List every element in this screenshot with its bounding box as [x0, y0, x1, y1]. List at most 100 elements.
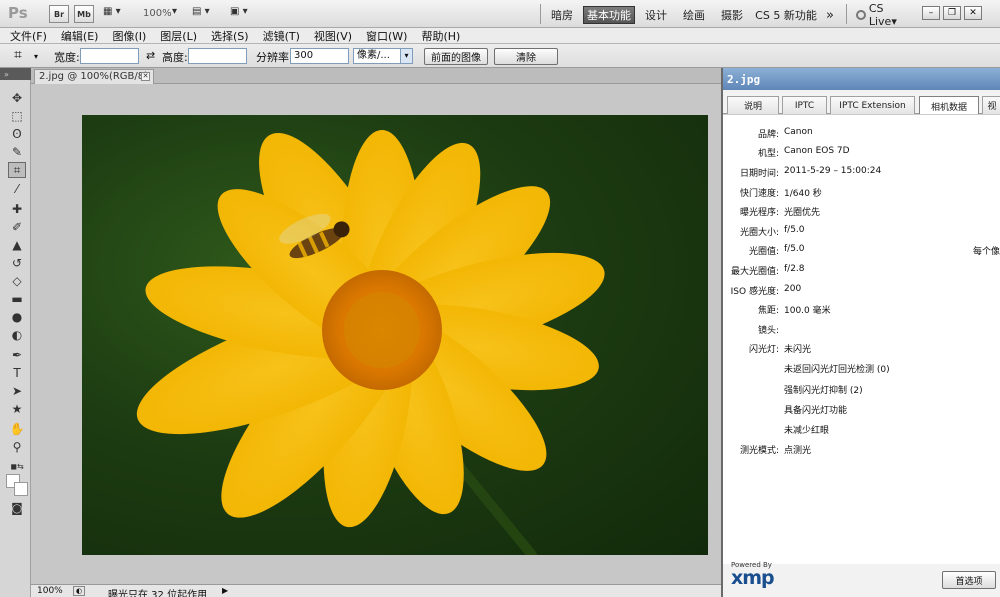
- menu-view[interactable]: 视图(V): [314, 28, 352, 44]
- application-bar: Ps Br Mb ▦ ▾ 100% ▾ ▤ ▾ ▣ ▾ 暗房 基本功能 设计 绘…: [0, 0, 1000, 28]
- camera-field-value: 光圈优先: [784, 208, 821, 218]
- lasso-tool-icon[interactable]: ʘ: [8, 126, 26, 142]
- camera-field-label: 镜头:: [757, 326, 779, 336]
- tab-iptc-extension[interactable]: IPTC Extension: [830, 96, 915, 114]
- chevron-down-icon: ▾: [400, 49, 412, 63]
- camera-field-value: 100.0 毫米: [784, 306, 831, 316]
- status-menu-icon[interactable]: ▶: [222, 586, 228, 595]
- history-brush-tool-icon[interactable]: ↺: [8, 255, 26, 271]
- crop-tool-icon[interactable]: ⌗: [8, 162, 26, 178]
- clone-stamp-tool-icon[interactable]: ▲: [8, 237, 26, 253]
- file-info-dialog: 2.jpg 说明 IPTC IPTC Extension 相机数据 视 品牌: C…: [721, 68, 1000, 597]
- menu-edit[interactable]: 编辑(E): [61, 28, 99, 44]
- workspace-darkroom[interactable]: 暗房: [546, 6, 578, 24]
- zoom-level[interactable]: 100%: [143, 8, 172, 19]
- mini-bridge-button[interactable]: Mb: [74, 5, 94, 23]
- camera-field-label: 快门速度:: [739, 189, 779, 199]
- camera-field-value: Canon EOS 7D: [784, 146, 850, 156]
- dodge-tool-icon[interactable]: ◐: [8, 327, 26, 343]
- healing-brush-tool-icon[interactable]: ✚: [8, 201, 26, 217]
- preferences-button[interactable]: 首选项: [942, 571, 996, 589]
- type-tool-icon[interactable]: T: [8, 365, 26, 381]
- menu-window[interactable]: 窗口(W): [366, 28, 407, 44]
- zoom-tool-icon[interactable]: ⚲: [8, 439, 26, 455]
- brush-tool-icon[interactable]: ✐: [8, 219, 26, 235]
- blur-tool-icon[interactable]: ●: [8, 309, 26, 325]
- close-icon[interactable]: ✕: [141, 72, 150, 81]
- camera-field-value: f/2.8: [784, 264, 805, 274]
- status-message: 曝光只在 32 位起作用: [108, 590, 208, 597]
- camera-field-label: 机型:: [757, 149, 779, 159]
- menu-help[interactable]: 帮助(H): [421, 28, 460, 44]
- document-info-icon[interactable]: ◐: [73, 586, 85, 596]
- camera-field-label: 光圈大小:: [739, 228, 779, 238]
- cs-live-button[interactable]: CS Live▾: [856, 2, 914, 28]
- workspace-painting[interactable]: 绘画: [678, 6, 710, 24]
- tab-description[interactable]: 说明: [727, 96, 779, 114]
- background-color-swatch[interactable]: [14, 482, 28, 496]
- default-colors-icon[interactable]: ◼⇆: [8, 458, 26, 474]
- bridge-button[interactable]: Br: [49, 5, 69, 23]
- menu-filter[interactable]: 滤镜(T): [263, 28, 300, 44]
- screen-mode-dropdown[interactable]: ▣ ▾: [230, 6, 248, 17]
- front-image-button[interactable]: 前面的图像: [424, 48, 488, 65]
- swap-dimensions-icon[interactable]: ⇄: [146, 49, 155, 62]
- workspace-design[interactable]: 设计: [641, 6, 671, 24]
- menu-select[interactable]: 选择(S): [211, 28, 249, 44]
- camera-field-value: 未闪光: [784, 345, 812, 355]
- quick-selection-tool-icon[interactable]: ✎: [8, 144, 26, 160]
- menu-layer[interactable]: 图层(L): [160, 28, 197, 44]
- tab-camera-data[interactable]: 相机数据: [919, 96, 979, 115]
- document-tab[interactable]: 2.jpg @ 100%(RGB/8) ✕: [34, 69, 154, 84]
- workspace-cs5-new[interactable]: CS 5 新功能: [755, 6, 817, 24]
- shape-tool-icon[interactable]: ★: [8, 401, 26, 417]
- crop-tool-preset-icon[interactable]: ⌗: [14, 47, 22, 63]
- pen-tool-icon[interactable]: ✒: [8, 347, 26, 363]
- clear-button[interactable]: 清除: [494, 48, 558, 65]
- view-extras-dropdown[interactable]: ▦ ▾: [103, 6, 121, 17]
- menu-file[interactable]: 文件(F): [10, 28, 47, 44]
- hand-tool-icon[interactable]: ✋: [8, 421, 26, 437]
- photoshop-logo: Ps: [8, 4, 28, 22]
- zoom-dropdown-icon[interactable]: ▾: [172, 6, 177, 17]
- truncated-field-text: 每个像: [973, 247, 1000, 257]
- collapse-icon[interactable]: »: [4, 70, 9, 79]
- camera-field-label: 测光模式:: [739, 446, 779, 456]
- workspace-essentials[interactable]: 基本功能: [583, 6, 635, 24]
- menu-image[interactable]: 图像(I): [112, 28, 146, 44]
- resolution-unit-select[interactable]: 像素/... ▾: [353, 48, 413, 64]
- document-tab-label: 2.jpg @ 100%(RGB/8): [39, 71, 149, 82]
- xmp-logo-text: xmp: [731, 567, 775, 589]
- menu-bar: 文件(F) 编辑(E) 图像(I) 图层(L) 选择(S) 滤镜(T) 视图(V…: [0, 28, 1000, 44]
- status-zoom-field[interactable]: 100%: [37, 586, 69, 596]
- workspace-photography[interactable]: 摄影: [717, 6, 747, 24]
- width-input[interactable]: [80, 48, 139, 64]
- divider: [540, 4, 541, 24]
- minimize-icon[interactable]: –: [922, 6, 940, 20]
- path-selection-tool-icon[interactable]: ➤: [8, 383, 26, 399]
- height-input[interactable]: [188, 48, 247, 64]
- camera-field-value: 未返回闪光灯回光检测 (0): [784, 365, 890, 375]
- gradient-tool-icon[interactable]: ▬: [8, 291, 26, 307]
- restore-icon[interactable]: ❐: [943, 6, 961, 20]
- status-bar: 100% ◐ 曝光只在 32 位起作用 ▶: [31, 584, 721, 597]
- marquee-tool-icon[interactable]: ⬚: [8, 108, 26, 124]
- quick-mask-icon[interactable]: ◙: [8, 500, 26, 516]
- cs-live-label: CS Live▾: [868, 2, 897, 28]
- tab-video[interactable]: 视: [982, 96, 1000, 114]
- camera-data-content: 品牌: Canon 机型: Canon EOS 7D 日期时间: 2011-5-29 – …: [723, 114, 1000, 564]
- camera-field-label: 品牌:: [757, 130, 779, 140]
- tools-panel-header[interactable]: »: [0, 68, 31, 80]
- resolution-input[interactable]: 300: [290, 48, 349, 64]
- more-workspaces-button[interactable]: »: [822, 6, 838, 24]
- eyedropper-tool-icon[interactable]: ⁄: [8, 181, 26, 197]
- document-image[interactable]: [82, 115, 708, 555]
- preset-dropdown-icon[interactable]: ▾: [34, 52, 38, 61]
- move-tool-icon[interactable]: ✥: [8, 90, 26, 106]
- camera-field-value: 强制闪光灯抑制 (2): [784, 386, 863, 396]
- eraser-tool-icon[interactable]: ◇: [8, 273, 26, 289]
- arrange-documents-dropdown[interactable]: ▤ ▾: [192, 6, 210, 17]
- tab-iptc[interactable]: IPTC: [782, 96, 827, 114]
- resolution-label: 分辨率:: [256, 51, 293, 64]
- close-icon[interactable]: ✕: [964, 6, 982, 20]
